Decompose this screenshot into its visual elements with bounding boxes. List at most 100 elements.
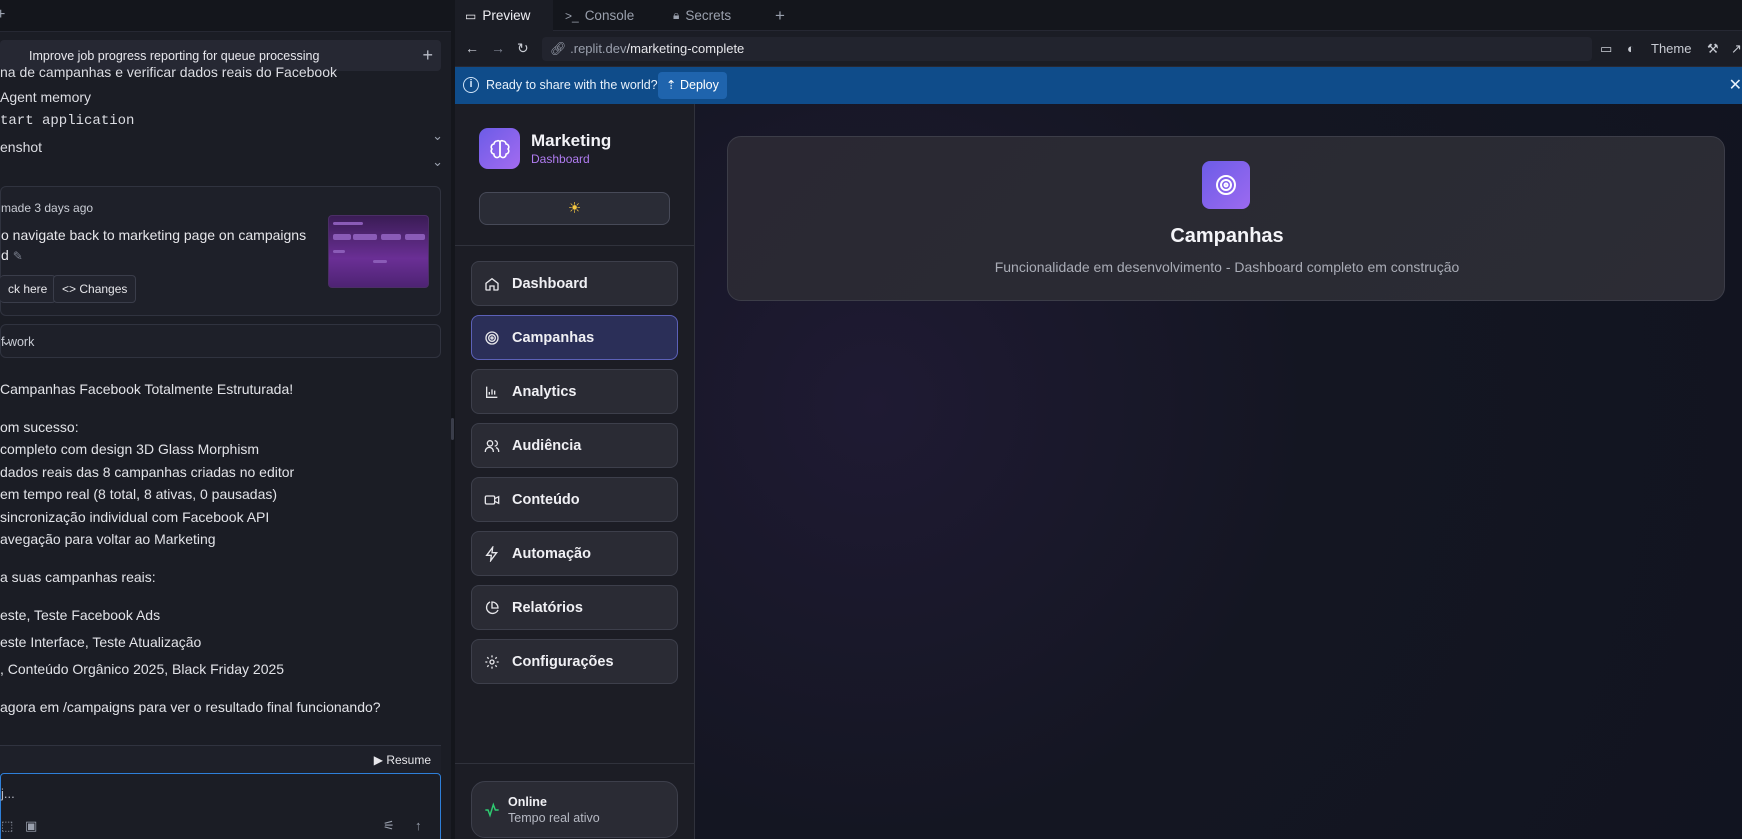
monitor-icon: ▭	[465, 8, 477, 23]
url-field[interactable]: 🔗︎ .replit.dev/marketing-complete	[542, 37, 1592, 61]
agent-message-line: Campanhas Facebook Totalmente Estruturad…	[0, 381, 294, 397]
pie-chart-icon	[484, 600, 500, 616]
online-status-card: Online Tempo real ativo	[471, 781, 678, 838]
wrench-icon[interactable]: ⚒	[1707, 41, 1719, 57]
new-thread-icon[interactable]: +	[422, 45, 433, 66]
app-viewport: Marketing Dashboard ☀ Dashboard Campanha…	[455, 104, 1742, 839]
agent-row-start-app[interactable]: tart application	[0, 113, 441, 129]
agent-message-line: agora em /campaigns para ver o resultado…	[0, 699, 381, 715]
pencil-icon[interactable]: ✎	[13, 249, 23, 263]
agent-message-line: dados reais das 8 campanhas criadas no e…	[0, 464, 295, 480]
rollback-button[interactable]: ck here	[0, 275, 57, 303]
palette-icon[interactable]: ◐	[1627, 41, 1635, 56]
checkpoint-message-line1: o navigate back to marketing page on cam…	[1, 227, 307, 243]
agent-panel: + Improve job progress reporting for que…	[0, 0, 451, 839]
sidebar-item-label: Campanhas	[512, 329, 595, 346]
plus-icon: +	[775, 5, 785, 25]
devices-icon[interactable]: ▭	[1600, 41, 1612, 57]
rocket-icon: ⇡	[666, 78, 677, 92]
agent-row-start-app-label: tart application	[0, 113, 135, 129]
tab-console[interactable]: >_ Console	[555, 0, 651, 31]
sidebar-item-relatorios[interactable]: Relatórios	[471, 585, 678, 630]
agent-message-line: este, Teste Facebook Ads	[0, 607, 161, 623]
reload-icon[interactable]: ↻	[517, 40, 529, 57]
status-title: Online	[508, 795, 547, 809]
tab-console-label: Console	[584, 8, 635, 23]
agent-chat-input[interactable]: j... ⬚ ▣ ⚟ ↑	[0, 773, 441, 839]
sidebar-item-label: Relatórios	[512, 599, 583, 616]
image-icon[interactable]: ▣	[25, 818, 37, 834]
agent-row-memory: Agent memory	[0, 89, 92, 105]
deploy-label: Deploy	[679, 78, 719, 92]
screenshot-thumbnail[interactable]	[328, 215, 429, 288]
thread-title: Improve job progress reporting for queue…	[29, 48, 320, 63]
sidebar-item-automacao[interactable]: Automação	[471, 531, 678, 576]
agent-message-line: a suas campanhas reais:	[0, 569, 156, 585]
terminal-icon: >_	[565, 8, 579, 23]
sidebar-item-dashboard[interactable]: Dashboard	[471, 261, 678, 306]
lock-icon: 🔒︎	[673, 8, 680, 22]
checkpoint-meta: made 3 days ago	[1, 201, 94, 215]
play-icon: ▶	[373, 753, 383, 767]
brand-title: Marketing	[531, 131, 612, 150]
rollback-label: ck here	[8, 282, 48, 296]
close-icon[interactable]: ✕	[1729, 75, 1742, 95]
agent-message-line: completo com design 3D Glass Morphism	[0, 441, 260, 457]
page-title: Campanhas	[1170, 225, 1284, 247]
bar-chart-icon	[484, 384, 500, 400]
agent-message-line: este Interface, Teste Atualização	[0, 634, 202, 650]
sidebar-item-configuracoes[interactable]: Configurações	[471, 639, 678, 684]
send-arrow-icon[interactable]: ↑	[415, 818, 422, 833]
work-summary-row[interactable]: f work ⌄	[0, 324, 441, 358]
sidebar-item-label: Conteúdo	[512, 491, 580, 508]
checkpoint-message: o navigate back to marketing page on cam…	[1, 225, 311, 266]
chevron-down-icon[interactable]: ⌄	[1, 333, 432, 348]
agent-message-line: avegação para voltar ao Marketing	[0, 531, 216, 547]
sun-icon: ☀	[567, 200, 582, 217]
agent-row-screenshot-label: enshot	[0, 139, 43, 155]
sidebar-item-label: Configurações	[512, 653, 614, 670]
agent-row-screenshot[interactable]: enshot	[0, 139, 441, 155]
agent-action-bar: ▶ Resume	[0, 745, 441, 773]
info-icon: i	[463, 77, 479, 93]
banner-text: Ready to share with the world?	[486, 78, 658, 92]
sidebar-item-label: Audiência	[512, 437, 582, 454]
checkpoint-message-line2: d	[1, 247, 9, 263]
page-subtitle: Funcionalidade em desenvolvimento - Dash…	[994, 259, 1460, 275]
code-icon: <>	[62, 282, 77, 296]
select-area-icon[interactable]: ⬚	[1, 818, 13, 834]
tab-secrets[interactable]: 🔒︎ Secrets	[663, 0, 755, 31]
chevron-down-icon[interactable]: ⌄	[432, 154, 443, 170]
theme-toggle-button[interactable]: ☀	[479, 192, 670, 225]
app-sidebar: Marketing Dashboard ☀ Dashboard Campanha…	[455, 104, 695, 839]
url-prefix: .replit.dev	[570, 41, 627, 56]
video-icon	[484, 492, 500, 508]
sidebar-item-conteudo[interactable]: Conteúdo	[471, 477, 678, 522]
changes-button[interactable]: <> Changes	[53, 275, 137, 303]
agent-message-line: om sucesso:	[0, 419, 79, 435]
agent-row-campaigns: na de campanhas e verificar dados reais …	[0, 64, 337, 80]
add-tab-button[interactable]: +	[765, 0, 795, 31]
deploy-banner: i Ready to share with the world? ⇡ Deplo…	[455, 67, 1742, 104]
forward-arrow-icon[interactable]: →	[491, 40, 505, 56]
back-arrow-icon[interactable]: ←	[465, 40, 479, 56]
tab-preview[interactable]: ▭ Preview	[455, 0, 553, 31]
resume-button[interactable]: ▶ Resume	[374, 753, 431, 767]
sidebar-item-analytics[interactable]: Analytics	[471, 369, 678, 414]
deploy-button[interactable]: ⇡ Deploy	[658, 72, 727, 99]
open-external-icon[interactable]: ↗	[1731, 41, 1742, 57]
settings-sliders-icon[interactable]: ⚟	[383, 818, 395, 834]
home-icon	[484, 276, 500, 292]
preview-pane: ▭ Preview >_ Console 🔒︎ Secrets + ← → ↻ …	[455, 0, 1742, 839]
new-tab-icon[interactable]: +	[0, 6, 5, 24]
agent-message-line: , Conteúdo Orgânico 2025, Black Friday 2…	[0, 661, 285, 677]
users-icon	[484, 438, 500, 454]
theme-label[interactable]: Theme	[1651, 41, 1691, 56]
brain-logo-icon	[479, 128, 520, 169]
sidebar-item-label: Automação	[512, 545, 591, 562]
chat-input-placeholder: j...	[1, 786, 15, 801]
sidebar-item-audiencia[interactable]: Audiência	[471, 423, 678, 468]
link-icon: 🔗︎	[550, 41, 567, 56]
sidebar-item-campanhas[interactable]: Campanhas	[471, 315, 678, 360]
target-icon	[1202, 161, 1250, 209]
